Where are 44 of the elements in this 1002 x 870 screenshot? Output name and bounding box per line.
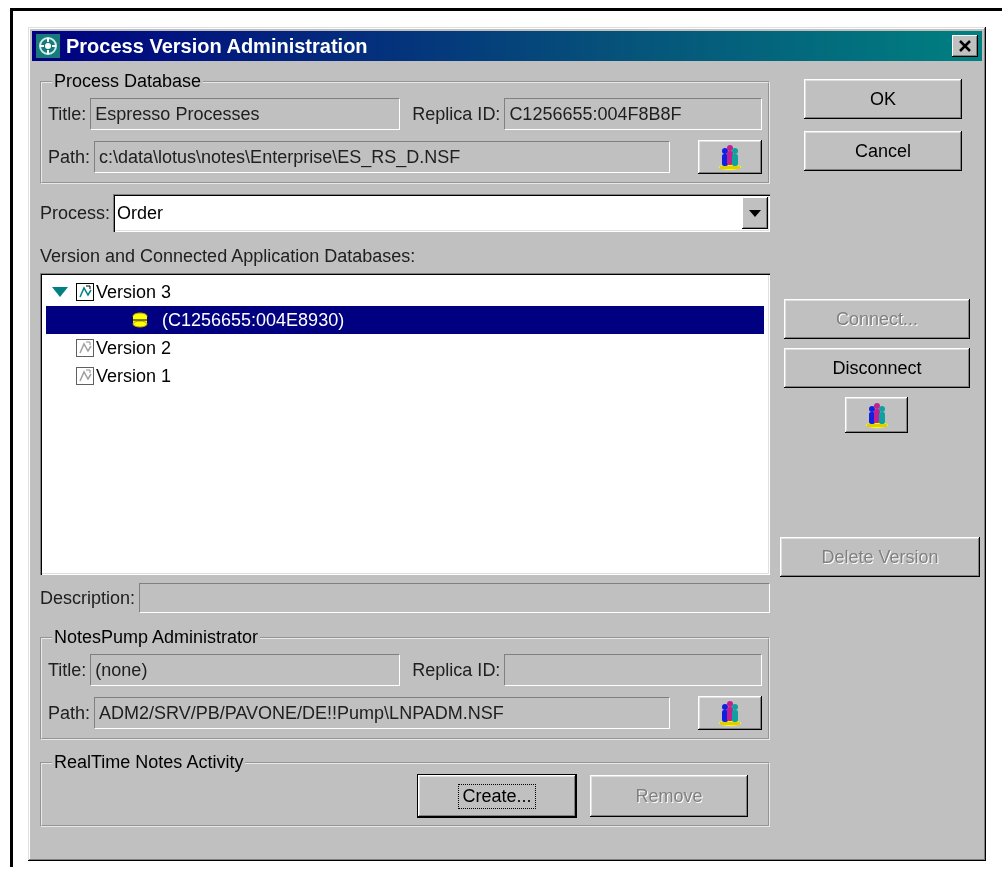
group-label: RealTime Notes Activity xyxy=(53,752,245,773)
people-icon xyxy=(717,700,743,726)
tree-item-label: Version 3 xyxy=(96,281,172,303)
tree-item-label: Version 2 xyxy=(96,337,172,359)
people-icon xyxy=(717,144,743,170)
section-label: Version and Connected Application Databases: xyxy=(40,246,417,267)
tree-item[interactable]: Version 2 xyxy=(46,334,764,362)
close-icon xyxy=(957,38,973,54)
dropdown-button[interactable] xyxy=(742,197,768,229)
path-field: ADM2/SRV/PB/PAVONE/DE!!Pump\LNPADM.NSF xyxy=(94,697,671,729)
group-label: Process Database xyxy=(53,71,203,92)
title-field: Espresso Processes xyxy=(90,98,401,130)
tree-item-label: (C1256655:004E8930) xyxy=(162,309,345,331)
group-label: NotesPump Administrator xyxy=(53,627,260,648)
window-title: Process Version Administration xyxy=(66,34,369,58)
field-label: Title: xyxy=(48,659,87,681)
app-icon xyxy=(36,34,60,58)
ok-button[interactable]: OK xyxy=(804,79,962,119)
field-label: Replica ID: xyxy=(412,103,501,125)
tree-item[interactable]: Version 3 xyxy=(46,278,764,306)
field-label: Description: xyxy=(40,587,136,609)
field-label: Path: xyxy=(48,702,91,724)
collapse-triangle-icon[interactable] xyxy=(52,287,68,297)
cancel-button[interactable]: Cancel xyxy=(804,131,962,171)
browse-button[interactable] xyxy=(698,140,762,174)
field-label: Replica ID: xyxy=(412,659,501,681)
tree-item[interactable]: Version 1 xyxy=(46,362,764,390)
browse-button[interactable] xyxy=(845,397,908,433)
replica-id-field: C1256655:004F8B8F xyxy=(504,98,762,130)
path-field: c:\data\lotus\notes\Enterprise\ES_RS_D.NSF xyxy=(94,141,671,173)
disconnect-button[interactable]: Disconnect xyxy=(784,348,970,388)
field-label: Path: xyxy=(48,146,91,168)
close-button[interactable] xyxy=(952,35,978,57)
field-label: Title: xyxy=(48,103,87,125)
create-button[interactable]: Create... xyxy=(418,775,576,817)
people-icon xyxy=(863,402,890,428)
caret-icon xyxy=(748,208,762,218)
process-dropdown[interactable]: Order xyxy=(113,194,770,232)
field-label: Process: xyxy=(40,202,111,224)
browse-button[interactable] xyxy=(698,696,762,730)
database-icon xyxy=(132,312,148,328)
title-field: (none) xyxy=(90,654,401,686)
tree-item[interactable]: (C1256655:004E8930) xyxy=(46,306,764,334)
tree-item-label: Version 1 xyxy=(96,365,172,387)
